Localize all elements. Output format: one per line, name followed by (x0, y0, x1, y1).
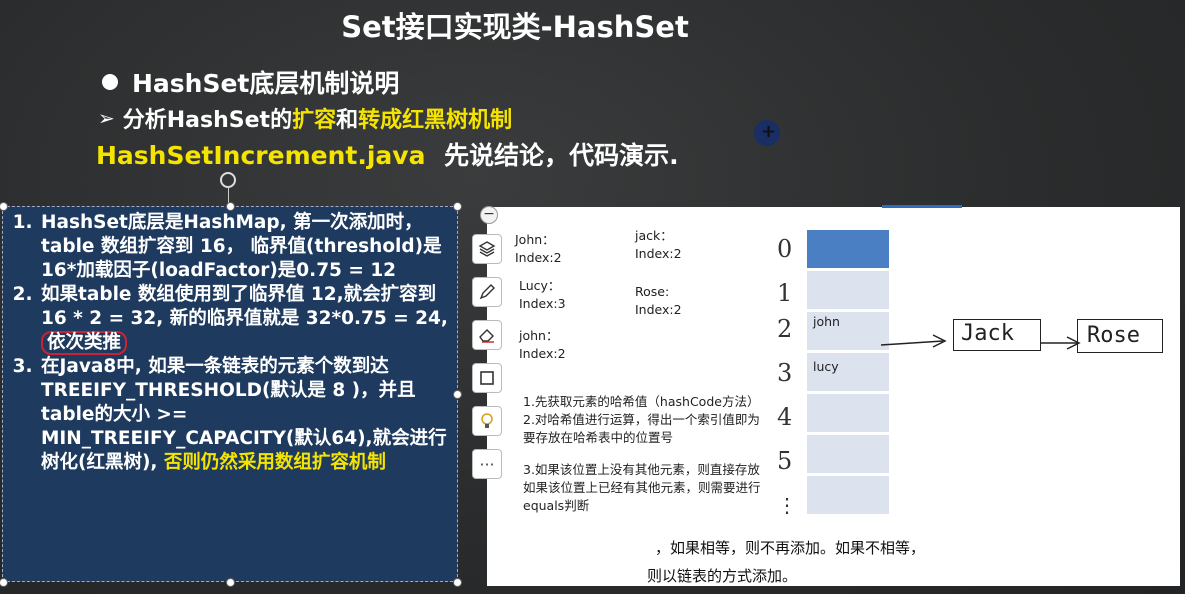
conclusion-item-2: 如果table 数组使用到了临界值 12,就会扩容到 16 * 2 = 32, … (39, 283, 449, 355)
more-options-icon[interactable]: ··· (472, 449, 502, 479)
steps-text: 1.先获取元素的哈希值（hashCode方法） 2.对哈希值进行运算，得出一个索… (523, 393, 763, 515)
chain-node-rose-label: Rose (1087, 323, 1140, 348)
file-name: HashSetIncrement.java (96, 141, 426, 170)
hash-table-diagram: John： Index:2 Lucy： Index:3 john： Index:2 j… (487, 205, 1180, 586)
layers-icon[interactable] (472, 234, 502, 264)
item-3-highlight: 否则仍然采用数组扩容机制 (163, 452, 386, 473)
resize-handle-br[interactable] (453, 578, 462, 587)
pointer-cursor-icon (754, 120, 780, 146)
slide-title: Set接口实现类-HashSet (341, 10, 689, 44)
pen-icon[interactable] (472, 277, 502, 307)
conclusion-list: HashSet底层是HashMap, 第一次添加时，table 数组扩容到 16… (3, 207, 457, 475)
step-3b: 如果该位置上已经有其他元素，则需要进行equals判断 (523, 480, 761, 513)
arrow-bullet-icon: ➢ (98, 106, 115, 130)
resize-handle-tr[interactable] (453, 202, 462, 211)
file-line: HashSetIncrement.java 先说结论，代码演示. (96, 136, 679, 172)
conclusion-item-1: HashSet底层是HashMap, 第一次添加时，table 数组扩容到 16… (39, 211, 449, 283)
file-note: 先说结论，代码演示. (444, 141, 679, 170)
bottom-text-1: ，如果相等，则不再添加。如果不相等， (655, 539, 926, 557)
bottom-text-2: 则以链表的方式添加。 (647, 567, 798, 585)
conclusion-panel[interactable]: HashSet底层是HashMap, 第一次添加时，table 数组扩容到 16… (2, 206, 458, 582)
lightbulb-icon[interactable] (472, 406, 502, 436)
sub-highlight-tree: 转成红黑树机制 (358, 108, 513, 133)
annotation-toolbar: ··· (470, 214, 504, 479)
bullet-text: HashSet底层机制说明 (132, 69, 400, 98)
resize-handle-mr[interactable] (453, 390, 462, 399)
resize-handle-tc[interactable] (226, 202, 235, 211)
conclusion-item-3: 在Java8中, 如果一条链表的元素个数到达 TREEIFY_THRESHOLD… (39, 355, 449, 475)
bullet-dot-icon (102, 74, 118, 90)
step-3: 3.如果该位置上没有其他元素，则直接存放 (523, 462, 760, 477)
eraser-icon[interactable] (472, 320, 502, 350)
chain-node-jack-label: Jack (961, 321, 1014, 346)
bullet-heading: HashSet底层机制说明 (102, 64, 399, 100)
step-2: 2.对哈希值进行运算，得出一个索引值即为要存放在哈希表中的位置号 (523, 412, 760, 445)
frame-icon[interactable] (472, 363, 502, 393)
sub-mid: 和 (336, 108, 359, 133)
sub-highlight-expand: 扩容 (292, 108, 337, 133)
item-2-circled: 依次类推 (41, 331, 128, 355)
item-2-text: 如果table 数组使用到了临界值 12,就会扩容到 16 * 2 = 32, … (41, 284, 448, 329)
resize-handle-bc[interactable] (226, 578, 235, 587)
item-1-text: HashSet底层是HashMap, 第一次添加时，table 数组扩容到 16… (41, 212, 442, 281)
sub-heading: ➢ 分析HashSet的 扩容和转成红黑树机制 (98, 102, 512, 134)
sub-prefix: 分析HashSet的 (122, 108, 293, 133)
step-1: 1.先获取元素的哈希值（hashCode方法） (523, 394, 760, 409)
